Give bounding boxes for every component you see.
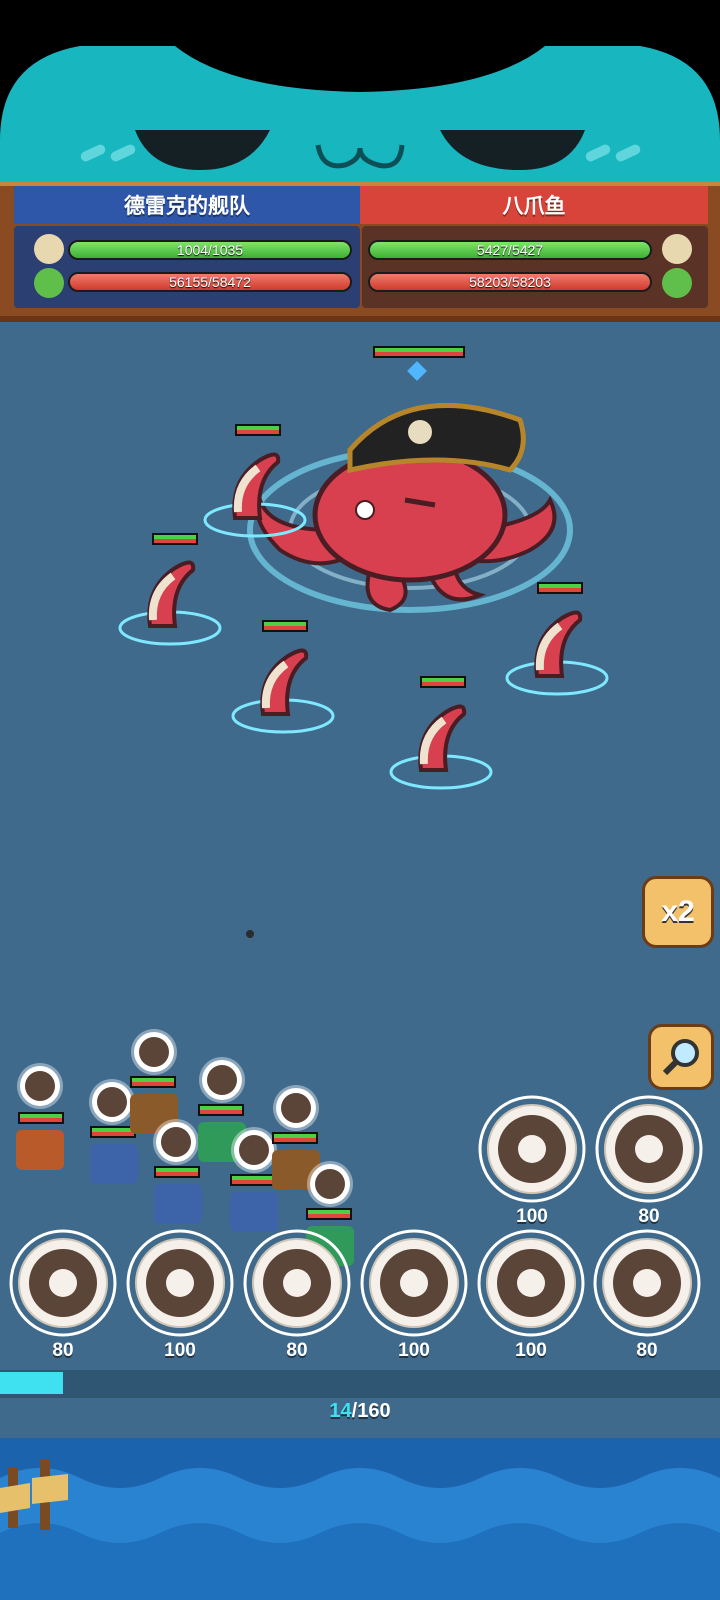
right-team-name: 八爪鱼 [360,186,708,224]
skill-cost: 80 [52,1340,74,1361]
winged-skull-icon [477,1229,585,1337]
speed-toggle-button[interactable]: x2 [642,876,714,948]
skill-cost: 80 [638,1206,660,1227]
ship-unit-badge[interactable] [134,1032,174,1072]
skill-cost: 100 [516,1206,548,1227]
tentacle-hp-bar [152,533,198,545]
left-ship-hp-bar: 56155/58472 [68,272,352,292]
tentacle-hp-bar [262,620,308,632]
tentacle-hp-bar [420,676,466,688]
lightning-orb-icon [478,1095,586,1203]
skill-button[interactable] [476,1228,586,1338]
speed-label: x2 [661,895,695,928]
left-team-panel: 1004/1035 56155/58472 [14,226,360,308]
ship-unit-badge[interactable] [234,1130,274,1170]
ship-icon [662,268,692,298]
right-ship-hp-bar: 58203/58203 [368,272,652,292]
ship-unit-badge[interactable] [202,1060,242,1100]
ship-unit-badge[interactable] [276,1088,316,1128]
magnifier-icon [662,1039,699,1076]
tentacle-hp-bar [235,424,281,436]
player-ship[interactable] [16,1130,64,1170]
skill-button[interactable] [477,1094,587,1204]
energy-fill [0,1372,63,1394]
ship-hp-bar [130,1076,176,1088]
player-ship[interactable] [90,1144,138,1184]
ship-icon [34,268,64,298]
ship-hp-bar [230,1174,276,1186]
ship-unit-badge[interactable] [20,1066,60,1106]
energy-track [0,1370,720,1398]
tentacle-enemy[interactable] [228,636,338,736]
cannonball-projectile [246,930,254,938]
zoom-button[interactable] [648,1024,714,1090]
left-crew-hp-bar: 1004/1035 [68,240,352,260]
ship-unit-badge[interactable] [310,1164,350,1204]
skill-cost: 80 [636,1340,658,1361]
skill-cost: 100 [515,1340,547,1361]
skill-button[interactable] [8,1228,118,1338]
left-team-name: 德雷克的舰队 [14,186,360,224]
burst-icon [593,1229,701,1337]
ship-hp-bar [306,1208,352,1220]
tentacle-enemy[interactable] [200,440,310,540]
crew-icon [662,234,692,264]
shuriken-icon [9,1229,117,1337]
ring-icon [360,1229,468,1337]
bottom-waves [0,1438,720,1600]
player-ship[interactable] [154,1184,202,1224]
energy-counter: 14/160 [0,1400,720,1423]
ship-unit-badge[interactable] [92,1082,132,1122]
energy-max: /160 [351,1400,391,1422]
scoreboard: 德雷克的舰队 八爪鱼 1004/1035 56155/58472 5427/54… [0,182,720,322]
skill-button[interactable] [594,1094,704,1204]
skill-button[interactable] [125,1228,235,1338]
tentacle-hp-bar [537,582,583,594]
tentacle-enemy[interactable] [115,548,225,648]
skill-cost: 80 [286,1340,308,1361]
top-banner [0,0,720,190]
cannonball-icon [595,1095,703,1203]
boss-hp-bar [373,346,465,358]
whale-icon [126,1229,234,1337]
right-crew-hp-bar: 5427/5427 [368,240,652,260]
skill-button[interactable] [592,1228,702,1338]
tentacle-enemy[interactable] [386,692,496,792]
skill-button[interactable] [359,1228,469,1338]
tentacle-enemy[interactable] [502,598,612,698]
ship-hp-bar [154,1166,200,1178]
right-team-panel: 5427/5427 58203/58203 [362,226,708,308]
ship-hp-bar [18,1112,64,1124]
shark-icon [243,1229,351,1337]
skill-cost: 100 [164,1340,196,1361]
ship-hp-bar [198,1104,244,1116]
skill-button[interactable] [242,1228,352,1338]
player-ship[interactable] [230,1192,278,1232]
crew-icon [34,234,64,264]
ship-unit-badge[interactable] [156,1122,196,1162]
ship-hp-bar [272,1132,318,1144]
skill-cost: 100 [398,1340,430,1361]
energy-current: 14 [329,1400,352,1422]
